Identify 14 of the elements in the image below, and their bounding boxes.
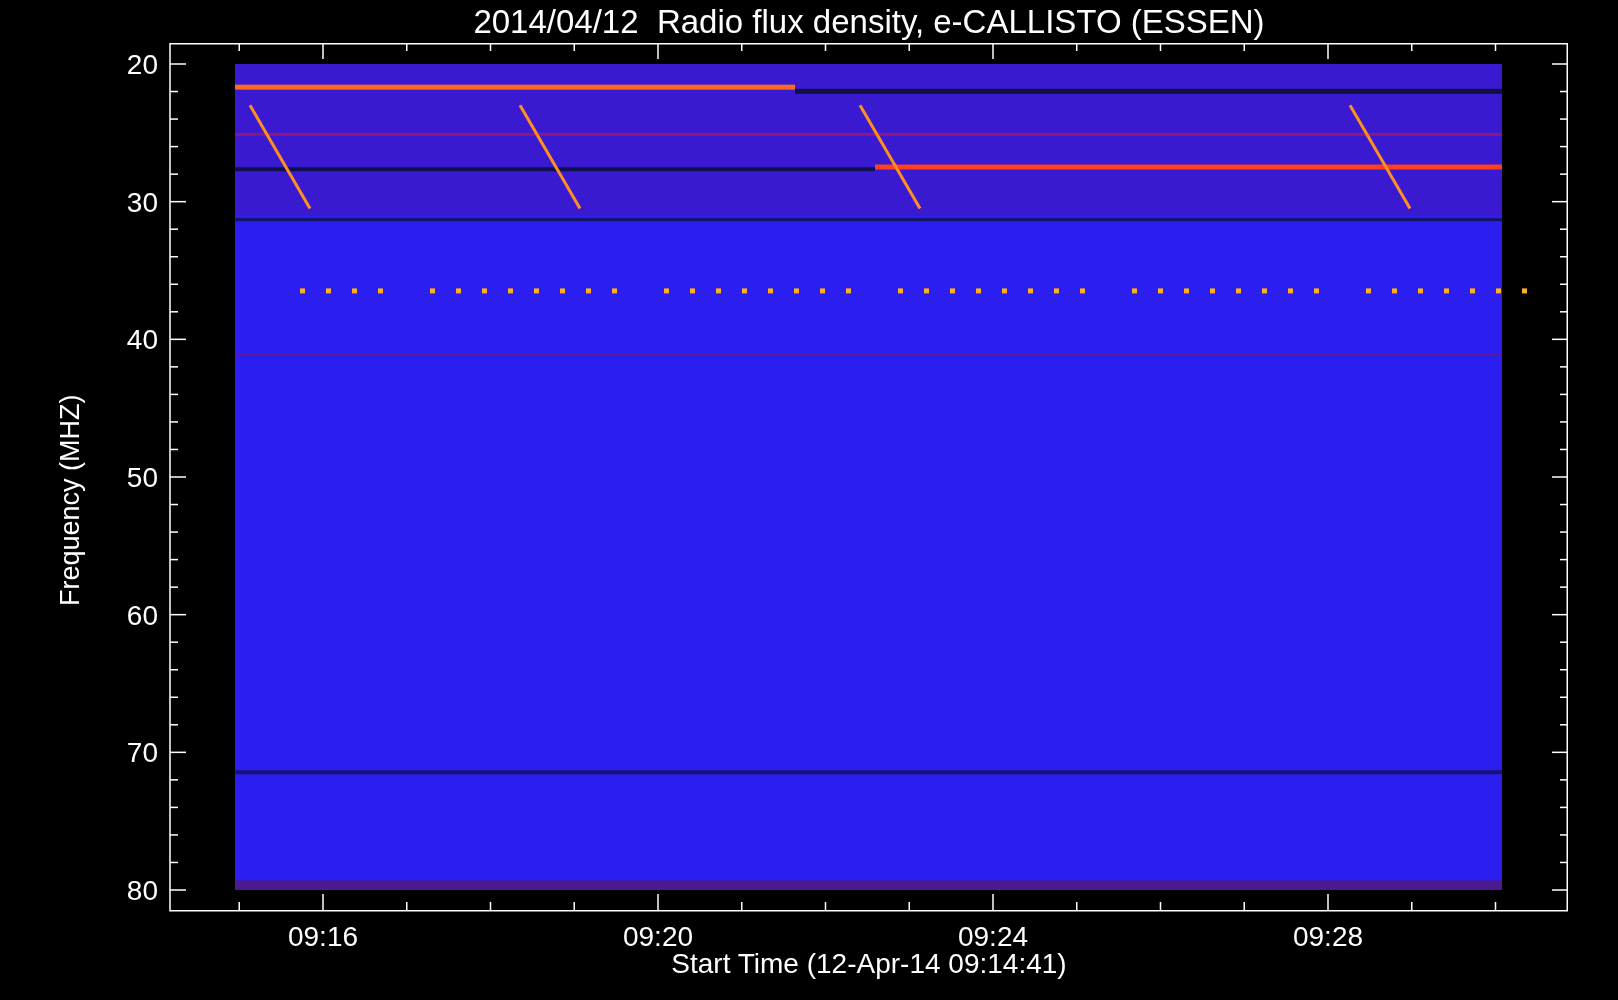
y-tick-label: 70 [126,737,158,769]
x-tick-label: 09:28 [1292,921,1364,948]
y-tick-label: 40 [126,324,158,356]
y-tick-label: 20 [126,49,158,80]
x-axis-title: Start Time (12-Apr-14 09:14:41) [671,948,1067,980]
y-tick-label: 60 [126,599,158,631]
chart-title: 2014/04/12 Radio flux density, e-CALLISTO (ESSEN) [473,3,1265,40]
x-tick-label: 09:24 [957,921,1029,948]
x-tick-label: 09:16 [287,921,359,948]
y-axis-title: Frequency (MHZ) [53,394,86,606]
y-tick-label: 30 [126,186,158,218]
x-tick-label: 09:20 [622,921,694,948]
y-tick-label: 50 [126,462,158,493]
y-tick-label: 80 [126,875,158,906]
